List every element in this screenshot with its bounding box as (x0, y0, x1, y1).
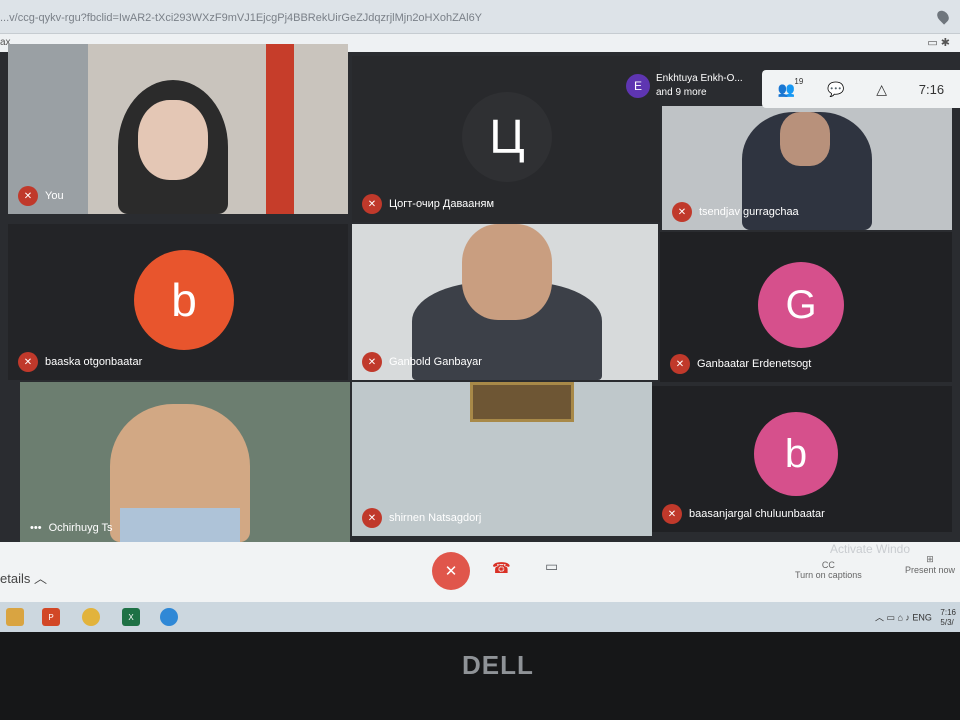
dell-logo: DELL (462, 650, 534, 680)
mic-off-icon: ✕ (18, 352, 38, 372)
mic-off-icon: ✕ (362, 352, 382, 372)
clock: 7:16 (918, 81, 945, 97)
tile-label: ✕ You (18, 186, 64, 206)
activities-icon[interactable]: △ (876, 81, 887, 98)
present-label: Present now (905, 565, 956, 575)
mic-off-icon: ✕ (444, 563, 458, 580)
participant-tile[interactable]: G ✕ Ganbaatar Erdenetsogt (660, 232, 952, 382)
participant-tile[interactable]: b ✕ baasanjargal chuluunbaatar (652, 386, 952, 532)
avatar-initial: G (785, 282, 817, 327)
file-explorer-icon[interactable] (6, 608, 24, 626)
host-initial: E (633, 79, 642, 93)
mic-off-icon: ✕ (18, 186, 38, 206)
participants-count: 19 (794, 76, 804, 86)
avatar-initial: b (171, 274, 197, 326)
participant-tile[interactable]: ✕ shirnen Natsagdorj (352, 382, 652, 536)
extension-icons[interactable]: ▭ ✱ (927, 36, 950, 49)
chevron-up-icon: ︿ (33, 571, 47, 586)
participant-tile[interactable]: ✕ tsendjav gurragchaa (662, 106, 952, 230)
language-indicator: ENG (912, 612, 932, 623)
face (780, 112, 830, 166)
tile-label: ••• Ochirhuyg Ts (30, 522, 113, 534)
face-mask (120, 508, 240, 542)
participant-tile[interactable]: ✕ Ganbold Ganbayar (352, 224, 658, 380)
face (462, 224, 552, 320)
avatar-initial: b (784, 431, 808, 476)
cc-icon: CC (821, 560, 835, 570)
mic-toggle-button[interactable]: ✕ (432, 552, 470, 590)
participant-name: Ganbaatar Erdenetsogt (697, 358, 812, 370)
activate-watermark: Activate Windo (830, 542, 911, 556)
chrome-icon[interactable] (82, 608, 100, 626)
captions-label: Turn on captions (795, 570, 862, 580)
hang-up-button[interactable]: ☎ (492, 559, 511, 577)
captions-button[interactable]: CC Turn on captions (795, 560, 862, 580)
present-icon: ⊞ (926, 554, 934, 564)
host-label: Enkhtuya Enkh-O... and 9 more (656, 72, 743, 100)
location-pin-icon[interactable] (934, 8, 952, 25)
people-icon[interactable]: 👥 19 (778, 77, 803, 98)
avatar: b (134, 250, 234, 350)
participant-tile[interactable]: ••• Ochirhuyg Ts (20, 382, 350, 542)
meeting-overlay: E Enkhtuya Enkh-O... and 9 more 👥 19 💬 △ … (620, 70, 960, 108)
participant-tile[interactable]: Ц ✕ Цогт-очир Давааням (352, 56, 660, 222)
mic-off-icon: ✕ (662, 504, 682, 524)
tile-label: ✕ Ganbold Ganbayar (362, 352, 482, 372)
mic-off-icon: ✕ (362, 508, 382, 528)
participant-tile-you[interactable]: ✕ You (8, 44, 348, 214)
avatar-initial: Ц (489, 110, 525, 164)
host-name: Enkhtuya Enkh-O... (656, 73, 743, 84)
tray-icons: ︿ ▭ ⌂ ♪ (874, 612, 913, 623)
tile-label: ✕ baaska otgonbaatar (18, 352, 142, 372)
url-text[interactable]: ...v/ccg-qykv-rgu?fbclid=IwAR2-tXci293WX… (0, 12, 482, 24)
avatar: G (758, 262, 844, 348)
powerpoint-icon[interactable]: P (42, 608, 60, 626)
tile-label: ✕ baasanjargal chuluunbaatar (662, 504, 825, 524)
chat-icon[interactable]: 💬 (827, 81, 844, 98)
tile-label: ✕ Ganbaatar Erdenetsogt (670, 354, 811, 374)
others-count: and 9 more (656, 87, 707, 98)
details-label: etails (0, 571, 31, 586)
participant-name: You (45, 190, 64, 202)
camera-button[interactable]: ▭ (545, 558, 558, 575)
excel-icon[interactable]: X (122, 608, 140, 626)
meeting-controls: 👥 19 💬 △ 7:16 (762, 70, 960, 108)
avatar: b (754, 412, 838, 496)
face (138, 100, 208, 180)
host-avatar: E (626, 74, 650, 98)
participant-name: Ochirhuyg Ts (48, 522, 113, 534)
monitor-bezel: DELL (0, 632, 960, 720)
taskbar-time: 7:16 (940, 608, 956, 617)
clock-block: 7:16 5/3/ (940, 608, 956, 628)
tile-label: ✕ Цогт-очир Давааням (362, 194, 494, 214)
system-tray[interactable]: ︿ ▭ ⌂ ♪ ENG 7:16 5/3/ (875, 608, 956, 628)
frame (470, 382, 574, 422)
meeting-grid: ✕ You Ц ✕ Цогт-очир Давааням ✕ tsendjav … (0, 44, 960, 542)
participant-name: baaska otgonbaatar (45, 356, 143, 368)
mic-off-icon: ✕ (362, 194, 382, 214)
address-bar[interactable]: ...v/ccg-qykv-rgu?fbclid=IwAR2-tXci293WX… (0, 0, 960, 34)
tile-label: ✕ shirnen Natsagdorj (362, 508, 481, 528)
participant-name: baasanjargal chuluunbaatar (689, 508, 825, 520)
participant-name: Цогт-очир Давааням (389, 198, 495, 210)
participant-name: tsendjav gurragchaa (699, 206, 799, 218)
meeting-details[interactable]: etails ︿ (0, 568, 47, 587)
screen: ...v/ccg-qykv-rgu?fbclid=IwAR2-tXci293WX… (0, 0, 960, 720)
taskbar: P X ︿ ▭ ⌂ ♪ ENG 7:16 5/3/ (0, 602, 960, 632)
bottom-bar: Activate Windo etails ︿ ✕ ☎ ▭ CC Turn on… (0, 542, 960, 602)
more-dots-icon: ••• (30, 522, 42, 534)
flag (266, 44, 294, 214)
tile-label: ✕ tsendjav gurragchaa (672, 202, 799, 222)
present-button[interactable]: ⊞ Present now (905, 554, 955, 575)
participant-name: Ganbold Ganbayar (389, 356, 482, 368)
participant-tile[interactable]: b ✕ baaska otgonbaatar (8, 224, 348, 380)
avatar: Ц (462, 92, 552, 182)
mic-off-icon: ✕ (672, 202, 692, 222)
participant-name: shirnen Natsagdorj (389, 512, 482, 524)
taskbar-date: 5/3/ (940, 618, 954, 627)
mic-off-icon: ✕ (670, 354, 690, 374)
edge-icon[interactable] (160, 608, 178, 626)
